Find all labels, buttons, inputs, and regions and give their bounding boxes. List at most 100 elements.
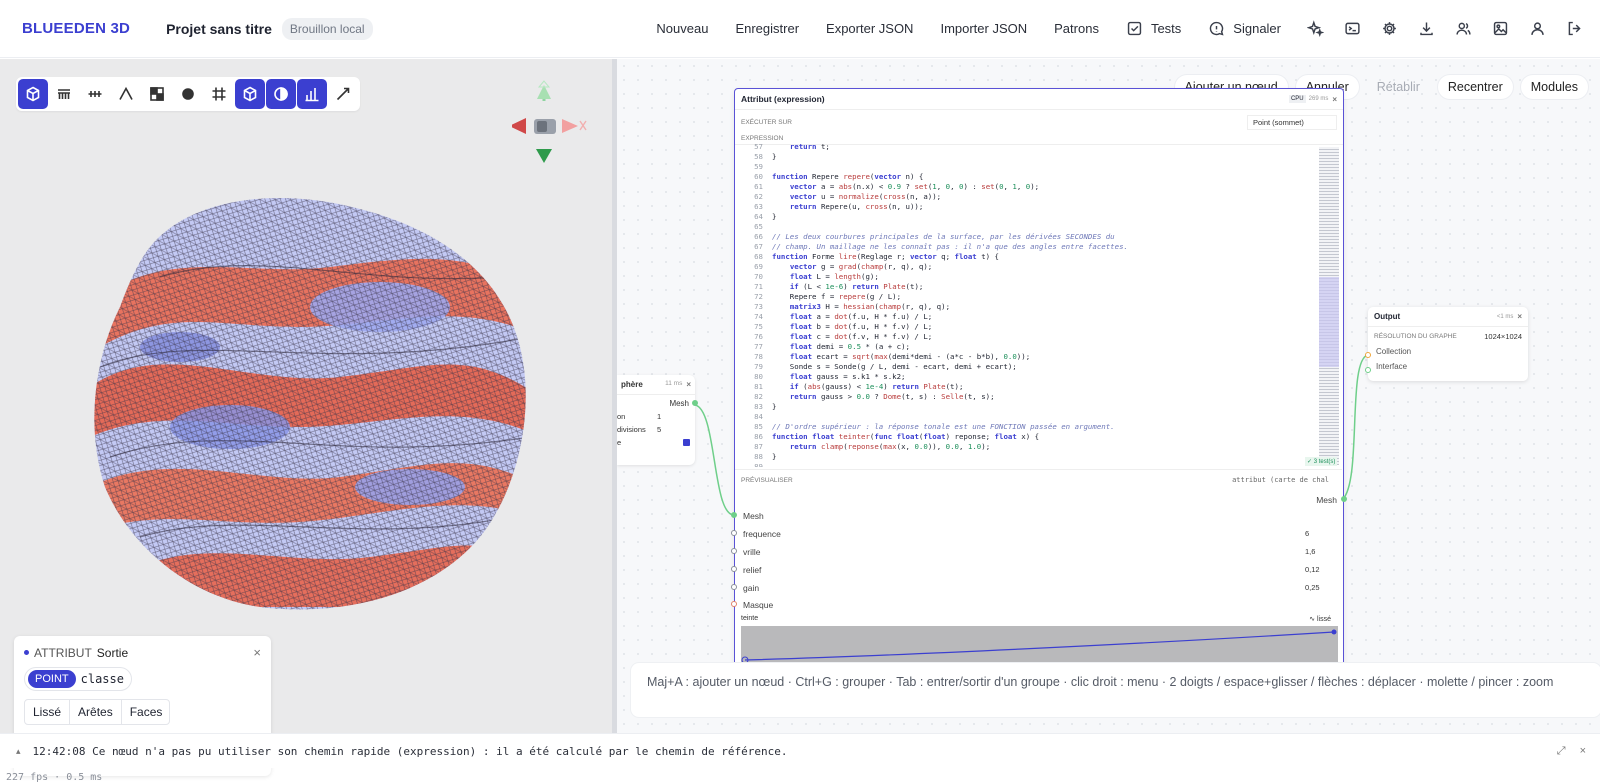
users-icon[interactable] [1453, 19, 1473, 39]
code-line: 70 float L = length(g); [741, 272, 1313, 282]
status-dot [24, 650, 29, 655]
checker-icon[interactable] [142, 79, 172, 109]
node-graph[interactable]: Ajouter un nœud Annuler Rétablir Recentr… [617, 59, 1600, 733]
param-checkbox[interactable] [683, 439, 690, 446]
attribute-name: Sortie [96, 645, 129, 660]
line-number: 70 [754, 272, 763, 281]
close-icon[interactable]: × [1332, 95, 1337, 104]
param-label: on [617, 412, 626, 421]
sphere-node[interactable]: phère 11 ms × Mesh on 1 divisions 5 e [617, 375, 698, 465]
gain-value[interactable]: 0,25 [1305, 583, 1337, 592]
contrast-icon[interactable] [266, 79, 296, 109]
expand-icon[interactable]: ⤢ [1557, 745, 1566, 758]
comb-icon[interactable] [49, 79, 79, 109]
vrille-value[interactable]: 1,6 [1305, 547, 1337, 556]
code-text: return Repere(u, cross(n, u)); [789, 202, 924, 211]
sparkle-icon[interactable] [1305, 19, 1325, 39]
menu-new[interactable]: Nouveau [656, 21, 708, 36]
code-text: float a = dot(f.u, H * f.u) / L; [789, 312, 933, 321]
gear-icon[interactable] [1379, 19, 1399, 39]
code-line: 69 vector g = grad(champ(r, q), q); [741, 262, 1313, 272]
code-line: 87 return clamp(reponse(max(x, 0.0)), 0.… [741, 442, 1313, 452]
frequence-value[interactable]: 6 [1305, 529, 1337, 538]
axis-gizmo[interactable] [512, 77, 592, 165]
sliders-icon[interactable] [80, 79, 110, 109]
report-button[interactable]: Signaler [1208, 20, 1281, 37]
output-socket[interactable] [692, 400, 698, 406]
cube-icon[interactable] [18, 79, 48, 109]
line-number: 68 [754, 252, 763, 261]
code-text: float ecart = sqrt(max(demi*demi - (a*c … [789, 352, 1031, 361]
code-editor[interactable]: 57 return t; 58} 59 60 function Repere reper… [741, 142, 1313, 467]
expand-caret[interactable]: ▴ [16, 746, 21, 757]
line-number: 63 [754, 202, 763, 211]
input-socket[interactable] [731, 530, 737, 536]
redo-button[interactable]: Rétablir [1367, 75, 1430, 99]
output-node[interactable]: Output <1 ms × RÉSOLUTION DU GRAPHE 1024… [1365, 307, 1528, 381]
node-title: Attribut (expression) [741, 94, 825, 104]
line-number: 84 [754, 412, 763, 421]
image-icon[interactable] [1490, 19, 1510, 39]
relief-value[interactable]: 0,12 [1305, 565, 1337, 574]
input-socket[interactable] [731, 584, 737, 590]
close-icon[interactable]: × [253, 645, 261, 660]
collection-socket[interactable] [1365, 352, 1371, 358]
tab-smooth[interactable]: Lissé [25, 700, 71, 724]
line-number: 85 [754, 422, 763, 431]
tab-edges[interactable]: Arêtes [70, 700, 122, 724]
project-title[interactable]: Projet sans titre [166, 21, 272, 37]
code-text: return clamp(reponse(max(x, 0.0)), 0.0, … [789, 442, 991, 451]
attribute-selector[interactable]: POINT classe [24, 667, 132, 691]
grid-icon[interactable] [204, 79, 234, 109]
draft-badge: Brouillon local [281, 17, 373, 40]
modules-button[interactable]: Modules [1520, 75, 1588, 99]
terminal-icon[interactable] [1342, 19, 1362, 39]
box-icon[interactable] [235, 79, 265, 109]
tab-faces[interactable]: Faces [122, 700, 171, 724]
tint-curve-editor[interactable] [741, 626, 1338, 664]
code-scrollbar[interactable] [1319, 147, 1339, 465]
tint-select[interactable]: ∿ lissé [1309, 615, 1331, 623]
3d-viewport[interactable]: ATTRIBUT Sortie × POINT classe Lissé Arê… [0, 59, 612, 783]
code-line: 78 float ecart = sqrt(max(demi*demi - (a… [741, 352, 1313, 362]
preview-select[interactable]: attribut (carte de chal [1232, 476, 1329, 484]
diagonal-icon[interactable] [328, 79, 358, 109]
resolution-select[interactable]: 1024×1024 [1484, 332, 1522, 341]
code-line: 80 float gauss = s.k1 * s.k2; [741, 372, 1313, 382]
param-value[interactable]: 5 [657, 425, 661, 434]
app-logo[interactable]: BLUEEDEN 3D [22, 20, 130, 37]
run-on-label: EXÉCUTER SUR [741, 119, 792, 126]
angle-icon[interactable] [111, 79, 141, 109]
close-icon[interactable]: × [686, 380, 691, 389]
input-socket[interactable] [731, 548, 737, 554]
tests-button[interactable]: Tests [1126, 20, 1181, 37]
input-socket[interactable] [731, 601, 737, 607]
user-icon[interactable] [1527, 19, 1547, 39]
menu-save[interactable]: Enregistrer [735, 21, 799, 36]
interface-socket[interactable] [1365, 367, 1371, 373]
line-number: 73 [754, 302, 763, 311]
param-value[interactable]: 1 [657, 412, 661, 421]
line-number: 83 [754, 402, 763, 411]
menu-export-json[interactable]: Exporter JSON [826, 21, 913, 36]
code-line: 81 if (abs(gauss) < 1e-4) return Plate(t… [741, 382, 1313, 392]
mesh-preview[interactable] [80, 187, 540, 617]
menu-import-json[interactable]: Importer JSON [940, 21, 1027, 36]
output-socket[interactable] [1341, 496, 1347, 502]
download-icon[interactable] [1416, 19, 1436, 39]
input-socket[interactable] [731, 566, 737, 572]
attribute-expression-node[interactable]: Attribut (expression) CPU 269 ms × EXÉCU… [731, 88, 1347, 694]
node-title: phère [621, 380, 643, 389]
input-socket[interactable] [731, 512, 737, 518]
close-icon[interactable]: × [1580, 745, 1586, 757]
line-number: 58 [754, 152, 763, 161]
input-mesh: Mesh [743, 511, 764, 521]
circle-icon[interactable] [173, 79, 203, 109]
menu-templates[interactable]: Patrons [1054, 21, 1099, 36]
code-line: 64} [741, 212, 1313, 222]
logout-icon[interactable] [1564, 19, 1584, 39]
close-icon[interactable]: × [1517, 312, 1522, 321]
chart-icon[interactable] [297, 79, 327, 109]
run-on-select[interactable]: Point (sommet) [1247, 115, 1337, 130]
recenter-button[interactable]: Recentrer [1437, 75, 1513, 99]
